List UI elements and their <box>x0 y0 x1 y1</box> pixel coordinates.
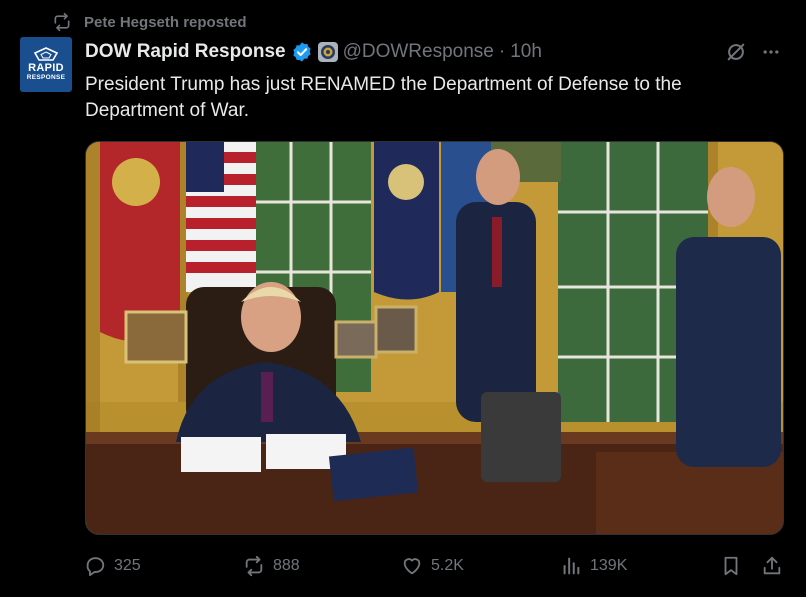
avatar-text-1: RAPID <box>28 62 64 74</box>
bookmark-button[interactable] <box>720 553 742 579</box>
oval-office-photo <box>86 142 783 534</box>
timestamp[interactable]: 10h <box>510 41 542 63</box>
share-icon <box>763 556 781 575</box>
repost-icon <box>245 555 263 577</box>
repost-indicator[interactable]: Pete Hegseth reposted <box>52 11 247 33</box>
reply-icon <box>86 557 105 577</box>
reply-button[interactable]: 325 <box>84 553 141 579</box>
heart-icon <box>403 558 421 575</box>
display-name[interactable]: DOW Rapid Response <box>85 41 286 63</box>
tweet-header: DOW Rapid Response @DOWResponse · 10h <box>85 39 542 65</box>
view-count: 139K <box>590 557 628 574</box>
grok-icon[interactable] <box>725 41 747 63</box>
share-button[interactable] <box>761 553 783 579</box>
reply-count: 325 <box>114 557 141 574</box>
repost-icon <box>54 12 70 32</box>
avatar[interactable]: RAPID RESPONSE <box>20 37 72 92</box>
tweet-media[interactable] <box>85 141 784 535</box>
more-options-icon[interactable] <box>760 42 782 62</box>
user-handle[interactable]: @DOWResponse <box>343 41 494 63</box>
affiliate-seal-icon[interactable] <box>317 42 338 62</box>
views-bar-chart-icon <box>563 557 580 575</box>
repost-count: 888 <box>273 557 300 574</box>
verified-badge-icon[interactable] <box>291 41 313 63</box>
pentagon-logo-icon <box>33 47 59 61</box>
like-count: 5.2K <box>431 557 464 574</box>
repost-label: Pete Hegseth reposted <box>84 13 247 31</box>
bookmark-icon <box>724 556 738 576</box>
tweet-text: President Trump has just RENAMED the Dep… <box>85 74 682 121</box>
tweet-actions: 325 888 5.2K 139K <box>0 553 806 579</box>
views-button[interactable]: 139K <box>560 553 627 579</box>
separator-dot: · <box>498 41 506 62</box>
like-button[interactable]: 5.2K <box>401 553 464 579</box>
repost-button[interactable]: 888 <box>243 553 300 579</box>
avatar-text-2: RESPONSE <box>26 74 66 81</box>
